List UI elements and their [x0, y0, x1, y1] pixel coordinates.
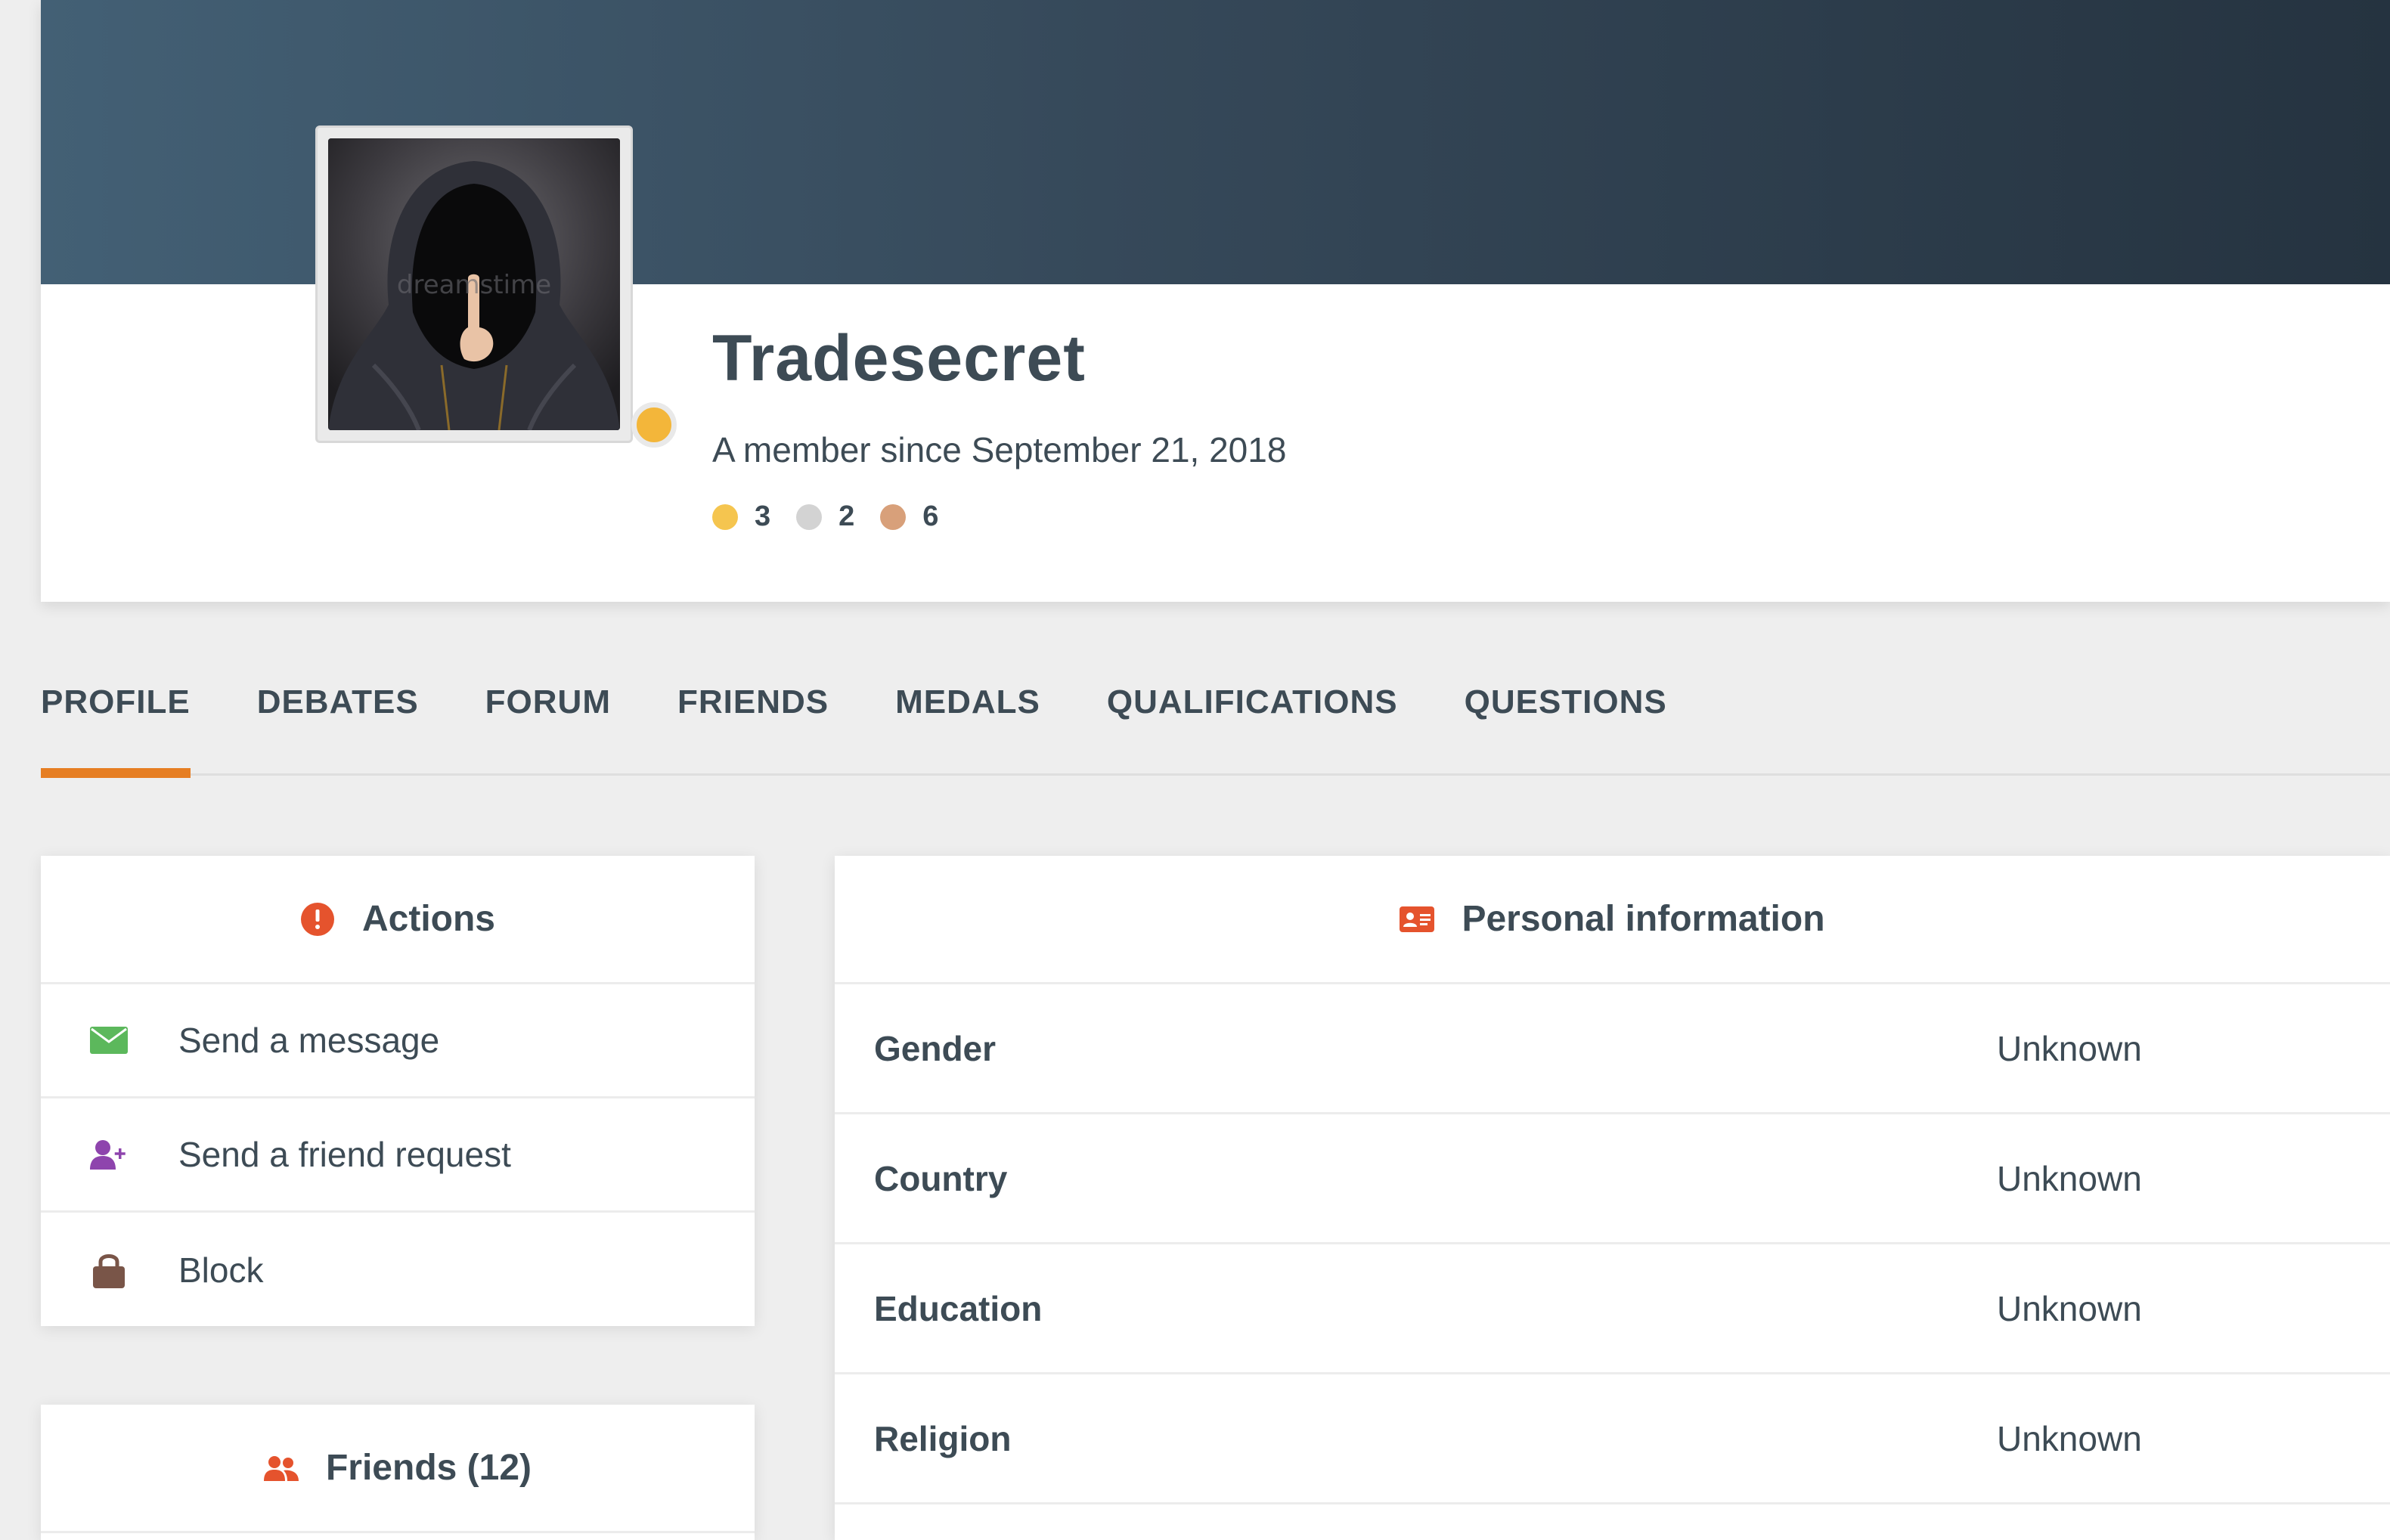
- gold-medal-number: 3: [755, 500, 771, 532]
- religion-label: Religion: [874, 1418, 1012, 1458]
- education-label: Education: [874, 1288, 1043, 1328]
- bronze-medal-icon: [880, 504, 907, 530]
- send-friend-request-label: Send a friend request: [178, 1135, 511, 1174]
- send-message-button[interactable]: Send a message: [41, 984, 755, 1098]
- actions-panel-header: Actions: [41, 856, 755, 984]
- gender-label: Gender: [874, 1028, 997, 1068]
- lock-icon: [79, 1252, 139, 1288]
- friends-panel: Friends (12): [41, 1405, 755, 1540]
- tab-questions[interactable]: QUESTIONS: [1465, 673, 1667, 776]
- education-value: Unknown: [1997, 1288, 2142, 1328]
- users-icon: [263, 1455, 299, 1481]
- gender-value: Unknown: [1997, 1028, 2142, 1068]
- alert-circle-icon: [300, 902, 335, 937]
- tab-qualifications[interactable]: QUALIFICATIONS: [1107, 673, 1398, 776]
- profile-page: dreamstime Tradesecret A member since Se…: [0, 0, 2390, 1540]
- tab-friends[interactable]: FRIENDS: [677, 673, 829, 776]
- info-row-religion: Religion Unknown: [835, 1374, 2390, 1504]
- medal-summary: 3 2 6: [712, 500, 964, 533]
- actions-panel-title: Actions: [361, 899, 495, 939]
- actions-panel: Actions Send a message Send a friend req…: [41, 856, 755, 1326]
- block-label: Block: [178, 1250, 264, 1290]
- profile-username: Tradesecret: [712, 322, 1086, 395]
- tab-forum[interactable]: FORUM: [485, 673, 611, 776]
- info-row-gender: Gender Unknown: [835, 984, 2390, 1114]
- id-card-icon: [1400, 906, 1435, 932]
- online-status-indicator: [631, 402, 677, 448]
- silver-medal-number: 2: [839, 500, 855, 532]
- send-message-label: Send a message: [178, 1021, 440, 1060]
- bronze-medal-count[interactable]: 6: [880, 500, 938, 533]
- personal-information-header: Personal information: [835, 856, 2390, 984]
- tab-debates[interactable]: DEBATES: [257, 673, 419, 776]
- info-row-country: Country Unknown: [835, 1114, 2390, 1244]
- avatar-image: dreamstime: [328, 138, 620, 430]
- silver-medal-icon: [796, 504, 823, 530]
- gold-medal-count[interactable]: 3: [712, 500, 770, 533]
- block-user-button[interactable]: Block: [41, 1213, 755, 1327]
- personal-information-panel: Personal information Gender Unknown Coun…: [835, 856, 2390, 1540]
- info-row-education: Education Unknown: [835, 1244, 2390, 1374]
- country-value: Unknown: [1997, 1158, 2142, 1198]
- avatar[interactable]: dreamstime: [315, 125, 633, 443]
- bronze-medal-number: 6: [922, 500, 939, 532]
- personal-information-title: Personal information: [1462, 899, 1825, 939]
- tab-profile[interactable]: PROFILE: [41, 673, 191, 778]
- member-since-text: A member since September 21, 2018: [712, 430, 1287, 469]
- user-plus-icon: [79, 1139, 139, 1170]
- svg-text:dreamstime: dreamstime: [397, 270, 551, 300]
- country-label: Country: [874, 1158, 1008, 1198]
- gold-medal-icon: [712, 504, 738, 530]
- hooded-figure-image: dreamstime: [328, 138, 620, 430]
- tab-medals[interactable]: MEDALS: [895, 673, 1040, 776]
- silver-medal-count[interactable]: 2: [796, 500, 854, 533]
- religion-value: Unknown: [1997, 1418, 2142, 1458]
- friends-panel-header[interactable]: Friends (12): [41, 1405, 755, 1533]
- friends-panel-title: Friends (12): [325, 1448, 532, 1488]
- profile-tabs: PROFILE DEBATES FORUM FRIENDS MEDALS QUA…: [41, 673, 2390, 778]
- send-friend-request-button[interactable]: Send a friend request: [41, 1098, 755, 1213]
- envelope-icon: [79, 1027, 139, 1054]
